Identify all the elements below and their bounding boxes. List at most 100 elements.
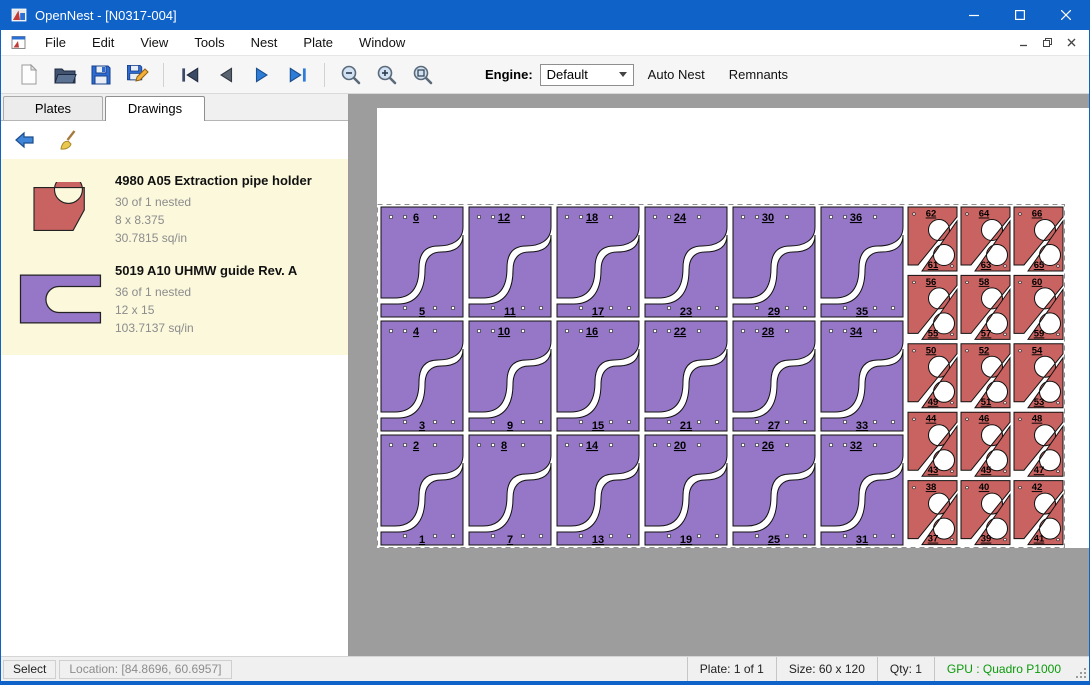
drawing-size: 8 x 8.375 — [115, 211, 342, 229]
menu-item-tools[interactable]: Tools — [181, 31, 237, 54]
remnants-button[interactable]: Remnants — [719, 60, 798, 89]
new-button[interactable] — [11, 59, 47, 91]
status-plate-size: Size: 60 x 120 — [776, 657, 877, 681]
main-area: PlatesDrawings 4980 A05 Extraction pipe … — [1, 94, 1089, 656]
svg-text:57: 57 — [981, 328, 992, 339]
nest-plate-svg[interactable]: 6512111817242330293635431091615222128273… — [377, 204, 1065, 548]
close-button[interactable] — [1043, 0, 1089, 30]
svg-text:38: 38 — [926, 482, 937, 493]
status-location: Location: [84.8696, 60.6957] — [59, 660, 231, 679]
blue-left-arrow-icon — [14, 129, 36, 151]
clean-button[interactable] — [53, 125, 85, 155]
svg-text:44: 44 — [926, 414, 937, 425]
maximize-button[interactable] — [997, 0, 1043, 30]
open-folder-icon — [53, 63, 77, 87]
svg-text:42: 42 — [1032, 482, 1043, 493]
menu-item-file[interactable]: File — [32, 31, 79, 54]
last-arrow-icon — [287, 64, 309, 86]
svg-text:18: 18 — [586, 212, 598, 224]
svg-text:15: 15 — [592, 420, 604, 432]
svg-text:62: 62 — [926, 209, 937, 220]
save-button[interactable] — [83, 59, 119, 91]
svg-text:9: 9 — [507, 420, 513, 432]
menu-item-plate[interactable]: Plate — [290, 31, 346, 54]
svg-text:3: 3 — [419, 420, 425, 432]
svg-text:22: 22 — [674, 326, 686, 338]
svg-text:30: 30 — [762, 212, 774, 224]
zoom-fit-button[interactable] — [405, 59, 441, 91]
svg-text:26: 26 — [762, 440, 774, 452]
svg-text:7: 7 — [507, 534, 513, 546]
menu-item-nest[interactable]: Nest — [238, 31, 291, 54]
previous-plate-button[interactable] — [208, 59, 244, 91]
zoom-in-button[interactable] — [369, 59, 405, 91]
menu-item-edit[interactable]: Edit — [79, 31, 127, 54]
status-plate-count: Plate: 1 of 1 — [687, 657, 776, 681]
menu-item-view[interactable]: View — [127, 31, 181, 54]
first-plate-button[interactable] — [172, 59, 208, 91]
svg-text:40: 40 — [979, 482, 990, 493]
zoom-out-icon — [340, 64, 362, 86]
svg-text:54: 54 — [1032, 345, 1043, 356]
part-thumbnail — [7, 261, 115, 337]
svg-text:41: 41 — [1034, 534, 1045, 545]
tab-plates[interactable]: Plates — [3, 96, 103, 120]
svg-text:52: 52 — [979, 345, 990, 356]
svg-text:6: 6 — [413, 212, 419, 224]
last-plate-button[interactable] — [280, 59, 316, 91]
mdi-restore-button[interactable] — [1035, 32, 1059, 54]
open-button[interactable] — [47, 59, 83, 91]
drawing-list-item[interactable]: 5019 A10 UHMW guide Rev. A36 of 1 nested… — [1, 253, 348, 343]
menu-item-window[interactable]: Window — [346, 31, 418, 54]
tab-drawings[interactable]: Drawings — [105, 96, 205, 121]
toolbar-separator — [324, 63, 325, 87]
engine-select[interactable]: Default — [540, 64, 634, 86]
svg-text:34: 34 — [850, 326, 863, 338]
svg-text:23: 23 — [680, 306, 692, 318]
part-thumbnail — [7, 171, 115, 247]
left-panel: PlatesDrawings 4980 A05 Extraction pipe … — [1, 94, 349, 656]
drawings-panel-toolbar — [1, 121, 348, 159]
resize-grip[interactable] — [1073, 657, 1089, 681]
next-arrow-icon — [251, 64, 273, 86]
svg-text:11: 11 — [504, 306, 516, 318]
drawing-nested-count: 30 of 1 nested — [115, 193, 342, 211]
return-parts-button[interactable] — [9, 125, 41, 155]
drawing-list-item[interactable]: 4980 A05 Extraction pipe holder30 of 1 n… — [1, 163, 348, 253]
drawing-area: 103.7137 sq/in — [115, 319, 342, 337]
first-arrow-icon — [179, 64, 201, 86]
svg-text:17: 17 — [592, 306, 604, 318]
drawings-list: 4980 A05 Extraction pipe holder30 of 1 n… — [1, 159, 348, 355]
svg-text:28: 28 — [762, 326, 774, 338]
save-icon — [89, 63, 113, 87]
next-plate-button[interactable] — [244, 59, 280, 91]
mdi-window-controls — [1011, 32, 1083, 54]
nest-canvas[interactable]: 6512111817242330293635431091615222128273… — [349, 94, 1089, 656]
save-as-button[interactable] — [119, 59, 155, 91]
status-mode: Select — [3, 660, 56, 679]
svg-text:20: 20 — [674, 440, 686, 452]
svg-text:51: 51 — [981, 397, 992, 408]
zoom-out-button[interactable] — [333, 59, 369, 91]
svg-text:10: 10 — [498, 326, 510, 338]
svg-text:46: 46 — [979, 414, 990, 425]
grip-dots-icon — [1075, 667, 1087, 679]
engine-label: Engine: — [485, 67, 533, 82]
svg-text:43: 43 — [928, 465, 939, 476]
svg-text:47: 47 — [1034, 465, 1045, 476]
svg-text:64: 64 — [979, 209, 990, 220]
window-title: OpenNest - [N0317-004] — [35, 8, 177, 23]
svg-text:50: 50 — [926, 345, 937, 356]
svg-text:29: 29 — [768, 306, 780, 318]
svg-text:27: 27 — [768, 420, 780, 432]
svg-text:32: 32 — [850, 440, 862, 452]
minimize-button[interactable] — [951, 0, 997, 30]
svg-text:36: 36 — [850, 212, 862, 224]
mdi-close-button[interactable] — [1059, 32, 1083, 54]
mdi-minimize-button[interactable] — [1011, 32, 1035, 54]
auto-nest-button[interactable]: Auto Nest — [638, 60, 715, 89]
status-gpu: GPU : Quadro P1000 — [934, 657, 1073, 681]
menu-items: FileEditViewToolsNestPlateWindow — [32, 31, 418, 54]
app-icon — [11, 7, 27, 23]
app-window: OpenNest - [N0317-004] FileEditViewTools… — [0, 0, 1090, 685]
